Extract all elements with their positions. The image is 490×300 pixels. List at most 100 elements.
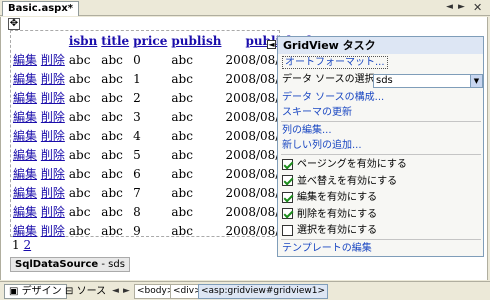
cell-title: abc xyxy=(101,71,123,86)
cell-isbn: abc xyxy=(68,185,91,200)
edit-link[interactable]: 編集 xyxy=(13,167,37,181)
document-tab[interactable]: Basic.aspx* xyxy=(2,1,80,16)
separator xyxy=(281,154,481,155)
refresh-schema-link[interactable]: スキーマの更新 xyxy=(282,106,352,119)
status-bar: ▣ デザイン ⊟ ソース ◄ ► <body> <div> <asp:gridv… xyxy=(0,281,490,300)
cell-publish: abc xyxy=(171,128,193,143)
option-checkbox[interactable] xyxy=(282,208,293,219)
cell-publish: abc xyxy=(171,90,193,105)
header-empty xyxy=(11,31,67,50)
header-publish[interactable]: publish xyxy=(169,31,223,50)
delete-link[interactable]: 削除 xyxy=(41,91,65,105)
delete-link[interactable]: 削除 xyxy=(41,148,65,162)
design-surface: ✥ isbn title price publish published 編集 … xyxy=(0,17,488,280)
move-handle-icon[interactable]: ✥ xyxy=(8,18,20,30)
cell-title: abc xyxy=(101,223,123,238)
command-cell: 編集 削除 xyxy=(11,183,67,202)
edit-link[interactable]: 編集 xyxy=(13,91,37,105)
cell-publish: abc xyxy=(171,52,193,67)
cell-isbn: abc xyxy=(68,71,91,86)
edit-link[interactable]: 編集 xyxy=(13,205,37,219)
edit-link[interactable]: 編集 xyxy=(13,224,37,238)
header-price[interactable]: price xyxy=(131,31,169,50)
pager: 1 2 xyxy=(12,238,31,252)
cell-isbn: abc xyxy=(68,204,91,219)
chevron-down-icon[interactable]: ▼ xyxy=(470,75,482,87)
option-row[interactable]: ページングを有効にする xyxy=(282,158,407,171)
delete-link[interactable]: 削除 xyxy=(41,186,65,200)
gridview-control[interactable]: isbn title price publish published 編集 削除… xyxy=(10,30,345,238)
gridview-tasks-panel: GridView タスク オートフォーマット... データ ソースの選択: sd… xyxy=(277,36,484,257)
breadcrumb-left-icon[interactable]: ◄ xyxy=(112,286,119,297)
delete-link[interactable]: 削除 xyxy=(41,53,65,67)
option-checkbox[interactable] xyxy=(282,224,293,236)
cell-price: 4 xyxy=(133,128,141,143)
delete-link[interactable]: 削除 xyxy=(41,129,65,143)
breadcrumb-gridview[interactable]: <asp:gridview#gridview1> xyxy=(198,284,329,299)
document-tab-strip: Basic.aspx* ◄ ► ✕ xyxy=(0,0,490,16)
add-column-link[interactable]: 新しい列の追加... xyxy=(282,139,362,152)
cell-price: 7 xyxy=(133,185,141,200)
edit-templates-link[interactable]: テンプレートの編集 xyxy=(282,242,372,255)
delete-link[interactable]: 削除 xyxy=(41,167,65,181)
edit-link[interactable]: 編集 xyxy=(13,53,37,67)
option-label: 削除を有効にする xyxy=(297,208,378,220)
tasks-panel-title: GridView タスク xyxy=(278,37,483,54)
cell-price: 0 xyxy=(133,52,141,67)
source-tab-label: ソース xyxy=(76,286,107,297)
command-cell: 編集 削除 xyxy=(11,145,67,164)
option-checkbox[interactable] xyxy=(282,191,293,203)
cell-publish: abc xyxy=(171,223,193,238)
header-isbn[interactable]: isbn xyxy=(67,31,99,50)
delete-link[interactable]: 削除 xyxy=(41,110,65,124)
delete-link[interactable]: 削除 xyxy=(41,205,65,219)
option-label: 編集を有効にする xyxy=(297,192,378,203)
option-row[interactable]: 編集を有効にする xyxy=(282,191,377,204)
edit-link[interactable]: 編集 xyxy=(13,148,37,162)
cell-publish: abc xyxy=(171,109,193,124)
edit-link[interactable]: 編集 xyxy=(13,110,37,124)
cell-title: abc xyxy=(101,109,123,124)
cell-price: 2 xyxy=(133,90,141,105)
delete-link[interactable]: 削除 xyxy=(41,224,65,238)
edit-link[interactable]: 編集 xyxy=(13,129,37,143)
command-cell: 編集 削除 xyxy=(11,126,67,145)
tab-design[interactable]: ▣ デザイン xyxy=(4,284,67,299)
tab-left-arrow-icon[interactable]: ◄ xyxy=(446,2,453,13)
tab-source[interactable]: ⊟ ソース xyxy=(60,284,111,299)
command-cell: 編集 削除 xyxy=(11,69,67,88)
cell-price: 5 xyxy=(133,147,141,162)
delete-link[interactable]: 削除 xyxy=(41,72,65,86)
command-cell: 編集 削除 xyxy=(11,202,67,221)
header-title[interactable]: title xyxy=(99,31,131,50)
cell-isbn: abc xyxy=(68,52,91,67)
cell-isbn: abc xyxy=(68,109,91,124)
cell-price: 9 xyxy=(133,223,141,238)
datasource-id: - sds xyxy=(98,259,125,270)
edit-link[interactable]: 編集 xyxy=(13,72,37,86)
edit-columns-link[interactable]: 列の編集... xyxy=(282,124,332,137)
option-row[interactable]: 並べ替えを有効にする xyxy=(282,175,397,188)
option-row[interactable]: 選択を有効にする xyxy=(282,224,377,237)
close-icon[interactable]: ✕ xyxy=(473,2,482,13)
cell-isbn: abc xyxy=(68,223,91,238)
option-checkbox[interactable] xyxy=(282,175,293,186)
autoformat-link[interactable]: オートフォーマット... xyxy=(282,56,388,69)
configure-datasource-link[interactable]: データ ソースの構成... xyxy=(282,91,384,104)
datasource-select-value: sds xyxy=(376,75,393,86)
datasource-select[interactable]: sds ▼ xyxy=(373,74,483,88)
edit-link[interactable]: 編集 xyxy=(13,186,37,200)
sqldatasource-control[interactable]: SqlDataSource - sds xyxy=(10,257,130,272)
option-checkbox[interactable] xyxy=(282,158,293,170)
pager-next-link[interactable]: 2 xyxy=(23,238,31,252)
breadcrumb-right-icon[interactable]: ► xyxy=(123,286,130,297)
separator xyxy=(281,121,481,122)
cell-title: abc xyxy=(101,185,123,200)
tab-right-arrow-icon[interactable]: ► xyxy=(458,2,465,13)
cell-publish: abc xyxy=(171,71,193,86)
option-label: ページングを有効にする xyxy=(297,159,407,170)
smart-tag-arrow-icon[interactable]: ◄ xyxy=(267,40,276,49)
option-row[interactable]: 削除を有効にする xyxy=(282,208,377,221)
option-label: 選択を有効にする xyxy=(297,225,378,236)
cell-title: abc xyxy=(101,166,123,181)
